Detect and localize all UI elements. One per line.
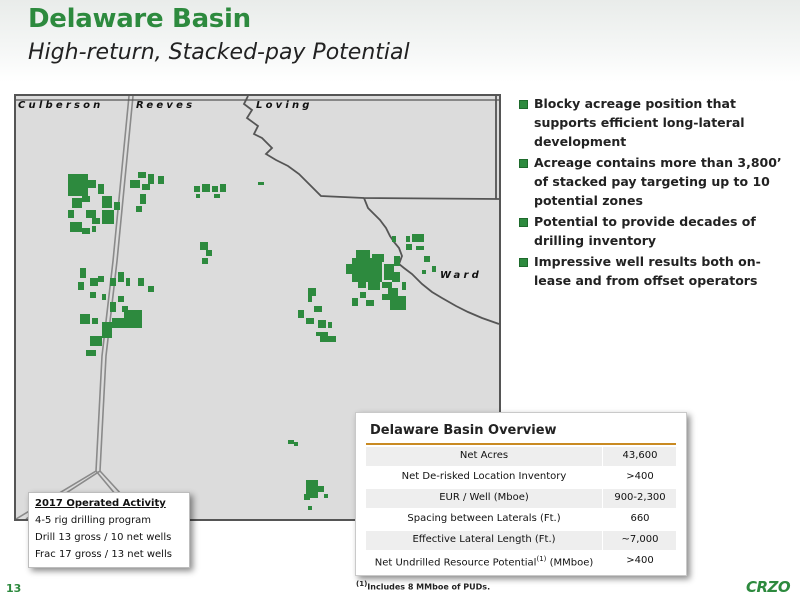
bullet-item: Acreage contains more than 3,800’ of sta… xyxy=(518,153,793,210)
row-value: 660 xyxy=(630,513,650,524)
county-label-culberson: Culberson xyxy=(18,100,104,111)
footnote-marker: (1) xyxy=(536,555,547,563)
row-label-text: Net Undrilled Resource Potential xyxy=(374,557,537,569)
page-number: 13 xyxy=(6,582,22,595)
activity-line: Frac 17 gross / 13 net wells xyxy=(35,549,172,560)
overview-panel: Delaware Basin Overview Net Acres 43,600… xyxy=(355,412,687,576)
county-label-ward: Ward xyxy=(440,270,482,281)
bullet-item: Blocky acreage position that supports ef… xyxy=(518,94,793,151)
table-row: EUR / Well (Mboe) 900-2,300 xyxy=(366,489,676,508)
company-logo: CRZO xyxy=(746,578,791,596)
row-label-suffix: (MMboe) xyxy=(546,557,594,569)
bullet-square-icon xyxy=(519,159,528,168)
activity-title: 2017 Operated Activity xyxy=(35,498,166,509)
county-label-loving: Loving xyxy=(256,100,313,111)
table-row: Net De-risked Location Inventory >400 xyxy=(366,468,676,487)
row-value: >400 xyxy=(626,471,654,482)
row-value: >400 xyxy=(626,555,654,566)
bullet-square-icon xyxy=(519,218,528,227)
table-row: Effective Lateral Length (Ft.) ~7,000 xyxy=(366,531,676,550)
county-label-reeves: Reeves xyxy=(136,100,196,111)
bullet-text: Potential to provide decades of drilling… xyxy=(534,214,756,248)
footnote-marker: (1) xyxy=(356,580,368,588)
bullet-text: Impressive well results both on-lease an… xyxy=(534,254,761,288)
key-points-list: Blocky acreage position that supports ef… xyxy=(518,94,793,292)
bullet-item: Potential to provide decades of drilling… xyxy=(518,212,793,250)
bullet-text: Blocky acreage position that supports ef… xyxy=(534,96,745,149)
row-label: EUR / Well (Mboe) xyxy=(439,492,529,503)
activity-line: 4-5 rig drilling program xyxy=(35,515,152,526)
table-row: Spacing between Laterals (Ft.) 660 xyxy=(366,510,676,529)
overview-title: Delaware Basin Overview xyxy=(370,423,557,438)
row-value: ~7,000 xyxy=(621,534,659,545)
row-label: Effective Lateral Length (Ft.) xyxy=(412,534,556,545)
row-label: Spacing between Laterals (Ft.) xyxy=(407,513,561,524)
bullet-text: Acreage contains more than 3,800’ of sta… xyxy=(534,155,782,208)
page-title: Delaware Basin xyxy=(28,4,251,34)
table-row: Net Acres 43,600 xyxy=(366,447,676,466)
row-label: Net Acres xyxy=(459,450,509,461)
table-row: Net Undrilled Resource Potential(1) (MMb… xyxy=(366,552,676,571)
overview-divider xyxy=(366,443,676,445)
page-subtitle: High-return, Stacked-pay Potential xyxy=(28,40,410,65)
bullet-square-icon xyxy=(519,258,528,267)
row-value: 43,600 xyxy=(622,450,658,461)
row-label: Net De-risked Location Inventory xyxy=(401,471,567,482)
row-value: 900-2,300 xyxy=(614,492,666,503)
bullet-item: Impressive well results both on-lease an… xyxy=(518,252,793,290)
activity-line: Drill 13 gross / 10 net wells xyxy=(35,532,172,543)
footnote-text: Includes 8 MMboe of PUDs. xyxy=(367,582,491,592)
bullet-square-icon xyxy=(519,100,528,109)
footnote: (1)Includes 8 MMboe of PUDs. xyxy=(356,580,490,592)
activity-panel: 2017 Operated Activity 4-5 rig drilling … xyxy=(28,492,190,568)
row-label: Net Undrilled Resource Potential(1) (MMb… xyxy=(366,555,602,568)
